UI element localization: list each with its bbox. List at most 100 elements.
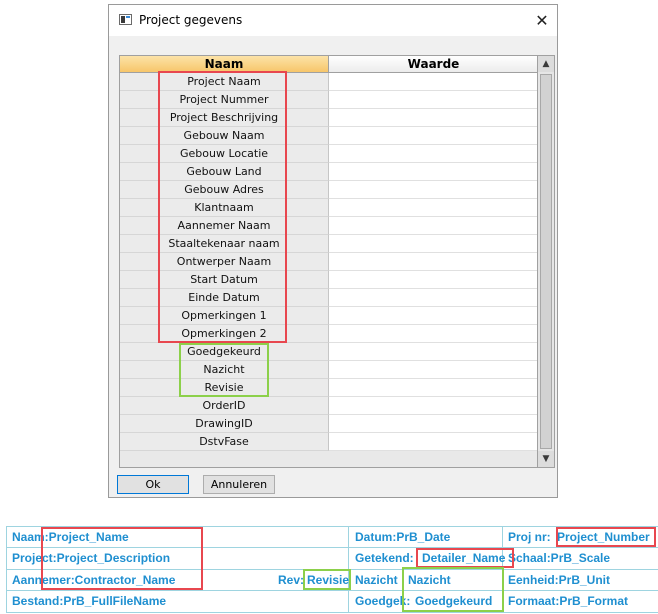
row-label: Staaltekenaar naam [120,235,329,253]
nazicht-value: Nazicht [408,573,451,587]
row-value-input[interactable] [329,433,537,451]
table-row[interactable]: Ontwerper Naam [120,253,537,271]
table-row[interactable]: Aannemer Naam [120,217,537,235]
app-window-icon [119,14,132,25]
row-value-input[interactable] [329,397,537,415]
nazicht-label: Nazicht [355,573,398,587]
row-label: Gebouw Adres [120,181,329,199]
row-label: Opmerkingen 1 [120,307,329,325]
goedgek-value: Goedgekeurd [415,594,493,608]
dialog-title: Project gegevens [139,13,243,27]
title-bar: Project gegevens ✕ [109,5,557,36]
row-label: Gebouw Naam [120,127,329,145]
rev-value: Revisie [307,573,350,587]
row-value-input[interactable] [329,109,537,127]
proj-nr-label: Proj nr: [508,530,551,544]
close-button[interactable]: ✕ [527,5,557,36]
grid-line [348,526,349,613]
row-value-input[interactable] [329,289,537,307]
proj-nr-value: Project_Number [557,530,650,544]
table-row[interactable]: Einde Datum [120,289,537,307]
row-label: Project Beschrijving [120,109,329,127]
table-row[interactable]: Opmerkingen 1 [120,307,537,325]
row-value-input[interactable] [329,199,537,217]
eenheid-field: Eenheid:PrB_Unit [508,573,611,587]
row-label: Opmerkingen 2 [120,325,329,343]
table-row[interactable]: Project Nummer [120,91,537,109]
table-row[interactable]: Gebouw Land [120,163,537,181]
row-label: Project Naam [120,73,329,91]
row-value-input[interactable] [329,91,537,109]
grid-line [6,569,658,570]
drawing-title-block: Naam:Project_Name Project:Project_Descri… [6,526,658,614]
row-value-input[interactable] [329,325,537,343]
row-value-input[interactable] [329,343,537,361]
table-row[interactable]: Gebouw Adres [120,181,537,199]
grid-line [6,590,658,591]
row-value-input[interactable] [329,361,537,379]
row-label: Gebouw Land [120,163,329,181]
table-row[interactable]: Revisie [120,379,537,397]
row-label: DrawingID [120,415,329,433]
table-row[interactable]: Gebouw Locatie [120,145,537,163]
table-row[interactable]: Start Datum [120,271,537,289]
row-label: Project Nummer [120,91,329,109]
table-row[interactable]: OrderID [120,397,537,415]
table-row[interactable]: Nazicht [120,361,537,379]
row-value-input[interactable] [329,307,537,325]
table-row[interactable]: Opmerkingen 2 [120,325,537,343]
table-row[interactable]: Staaltekenaar naam [120,235,537,253]
row-value-input[interactable] [329,271,537,289]
row-value-input[interactable] [329,163,537,181]
properties-table: Naam Waarde Project Naam Project Nummer Pr… [119,55,538,468]
row-label: Gebouw Locatie [120,145,329,163]
grid-line [6,612,658,613]
formaat-field: Formaat:PrB_Format [508,594,629,608]
annuleren-button[interactable]: Annuleren [203,475,275,494]
grid-line [6,547,658,548]
table-row[interactable]: Klantnaam [120,199,537,217]
row-label: Klantnaam [120,199,329,217]
bestand-field: Bestand:PrB_FullFileName [12,594,167,608]
row-value-input[interactable] [329,217,537,235]
aannemer-field: Aannemer:Contractor_Name [12,573,176,587]
datum-field: Datum:PrB_Date [355,530,451,544]
row-value-input[interactable] [329,181,537,199]
project-gegevens-dialog: Project gegevens ✕ Naam Waarde Project N… [108,4,558,498]
row-label: Einde Datum [120,289,329,307]
scroll-down-arrow-icon[interactable]: ▼ [538,451,554,467]
row-label: Ontwerper Naam [120,253,329,271]
vertical-scrollbar[interactable]: ▲ ▼ [538,55,555,468]
column-header-naam[interactable]: Naam [120,56,329,73]
project-field: Project:Project_Description [12,551,171,565]
table-row[interactable]: DstvFase [120,433,537,451]
row-label: Aannemer Naam [120,217,329,235]
table-row[interactable]: Goedgekeurd [120,343,537,361]
table-row[interactable]: DrawingID [120,415,537,433]
getekend-label: Getekend: [355,551,414,565]
column-header-waarde[interactable]: Waarde [329,56,537,73]
row-value-input[interactable] [329,415,537,433]
naam-field: Naam:Project_Name [12,530,129,544]
ok-button[interactable]: Ok [117,475,189,494]
row-label: Nazicht [120,361,329,379]
getekend-value: Detailer_Name [422,551,506,565]
row-value-input[interactable] [329,127,537,145]
goedgek-label: Goedgek: [355,594,411,608]
row-value-input[interactable] [329,145,537,163]
table-row[interactable]: Gebouw Naam [120,127,537,145]
row-value-input[interactable] [329,253,537,271]
grid-line [6,526,658,527]
table-row[interactable]: Project Beschrijving [120,109,537,127]
scroll-up-arrow-icon[interactable]: ▲ [538,56,554,72]
row-label: Goedgekeurd [120,343,329,361]
table-row[interactable]: Project Naam [120,73,537,91]
row-value-input[interactable] [329,235,537,253]
scrollbar-thumb[interactable] [540,74,552,449]
rev-label: Rev: [278,573,305,587]
row-label: OrderID [120,397,329,415]
schaal-field: Schaal:PrB_Scale [508,551,611,565]
row-value-input[interactable] [329,379,537,397]
row-label: Start Datum [120,271,329,289]
row-value-input[interactable] [329,73,537,91]
